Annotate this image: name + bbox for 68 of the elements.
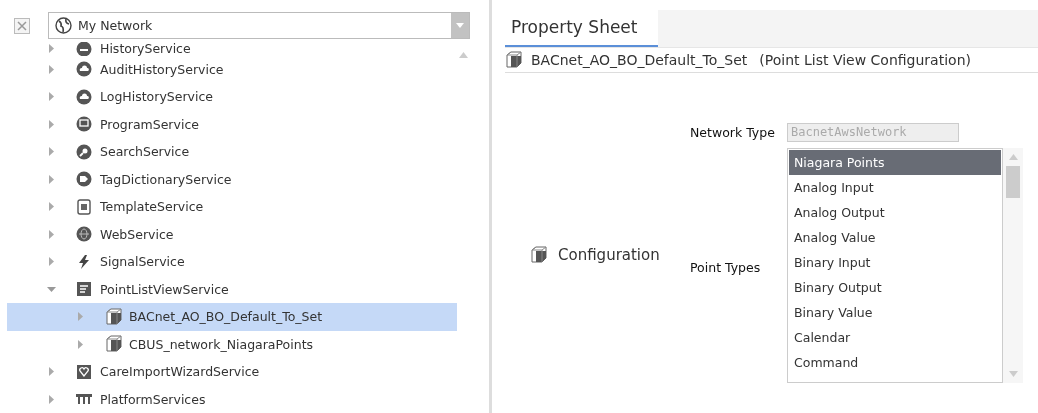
expand-arrow-icon[interactable] xyxy=(47,367,56,377)
globe-icon xyxy=(76,226,92,243)
tree-item[interactable]: CareImportWizardService xyxy=(7,358,457,386)
list-icon xyxy=(76,281,92,298)
list-item[interactable]: Command xyxy=(789,350,1001,375)
rack-icon xyxy=(76,394,92,405)
heart-icon xyxy=(76,363,92,380)
list-item[interactable]: Calendar xyxy=(789,325,1001,350)
expand-arrow-icon[interactable] xyxy=(76,339,85,349)
list-item[interactable]: Analog Input xyxy=(789,175,1001,200)
tree-item[interactable]: PlatformServices xyxy=(7,385,457,413)
expand-arrow-icon[interactable] xyxy=(47,394,56,404)
expand-arrow-icon[interactable] xyxy=(47,229,56,239)
scroll-up-icon[interactable] xyxy=(1008,154,1018,160)
tree-item[interactable]: HistoryService xyxy=(7,41,457,56)
tree-item[interactable]: ProgramService xyxy=(7,110,457,138)
expand-arrow-icon[interactable] xyxy=(47,147,56,157)
list-item[interactable]: Analog Output xyxy=(789,200,1001,225)
cube-icon xyxy=(105,335,123,354)
expand-arrow-icon[interactable] xyxy=(47,44,56,53)
section-label: Configuration xyxy=(558,246,660,264)
object-name: BACnet_AO_BO_Default_To_Set xyxy=(531,52,748,68)
tree-item[interactable]: CBUS_network_NiagaraPoints xyxy=(7,330,457,358)
expand-arrow-icon[interactable] xyxy=(47,174,56,184)
list-item[interactable]: Analog Value xyxy=(789,225,1001,250)
tree-item[interactable]: TemplateService xyxy=(7,193,457,221)
tree-item[interactable]: LogHistoryService xyxy=(7,83,457,111)
list-item[interactable]: Binary Output xyxy=(789,275,1001,300)
tree-item[interactable]: AuditHistoryService xyxy=(7,55,457,83)
close-icon[interactable] xyxy=(14,17,30,34)
cube-icon xyxy=(505,51,523,69)
scroll-down-icon[interactable] xyxy=(1008,371,1018,377)
document-icon xyxy=(76,198,92,215)
expand-arrow-icon[interactable] xyxy=(47,257,56,267)
cube-icon xyxy=(530,246,548,264)
caret-icon xyxy=(456,23,464,29)
globe-icon xyxy=(55,17,72,35)
field-label: Point Types xyxy=(690,259,762,277)
cloud-icon xyxy=(76,88,92,105)
expand-arrow-icon[interactable] xyxy=(47,92,56,102)
list-item[interactable]: Binary Value xyxy=(789,300,1001,325)
scrollbar[interactable] xyxy=(1003,148,1023,383)
lightning-icon xyxy=(76,253,92,270)
collapse-arrow-icon[interactable] xyxy=(47,284,56,294)
expand-arrow-icon[interactable] xyxy=(76,312,85,322)
tree-item[interactable]: PointListViewService xyxy=(7,275,457,303)
tree-item[interactable]: SearchService xyxy=(7,138,457,166)
expand-arrow-icon[interactable] xyxy=(47,64,56,74)
expand-arrow-icon[interactable] xyxy=(47,119,56,129)
tree-item[interactable]: SignalService xyxy=(7,248,457,276)
field-label: Network Type xyxy=(690,125,776,140)
network-dropdown[interactable]: My Network xyxy=(48,12,470,40)
cloud-icon xyxy=(76,61,92,78)
point-types-list[interactable]: Niagara Points Analog Input Analog Output Analog Value Binary Input Binary Output Binary Value Calendar Command xyxy=(787,148,1003,383)
tree-item[interactable]: TagDictionaryService xyxy=(7,165,457,193)
search-icon xyxy=(76,143,92,160)
list-item[interactable]: Niagara Points xyxy=(789,150,1001,175)
scrollbar-thumb[interactable] xyxy=(1006,166,1020,198)
list-item[interactable]: Binary Input xyxy=(789,250,1001,275)
tree-item[interactable]: WebService xyxy=(7,220,457,248)
expand-arrow-icon[interactable] xyxy=(47,202,56,212)
tag-icon xyxy=(76,171,92,188)
program-icon xyxy=(76,116,92,133)
tab[interactable]: Property Sheet xyxy=(505,10,658,47)
tree-item[interactable]: BACnet_AO_BO_Default_To_Set xyxy=(7,303,457,331)
scroll-up-icon[interactable] xyxy=(459,51,468,58)
cube-icon xyxy=(105,307,123,326)
object-type: (Point List View Configuration) xyxy=(759,52,971,68)
